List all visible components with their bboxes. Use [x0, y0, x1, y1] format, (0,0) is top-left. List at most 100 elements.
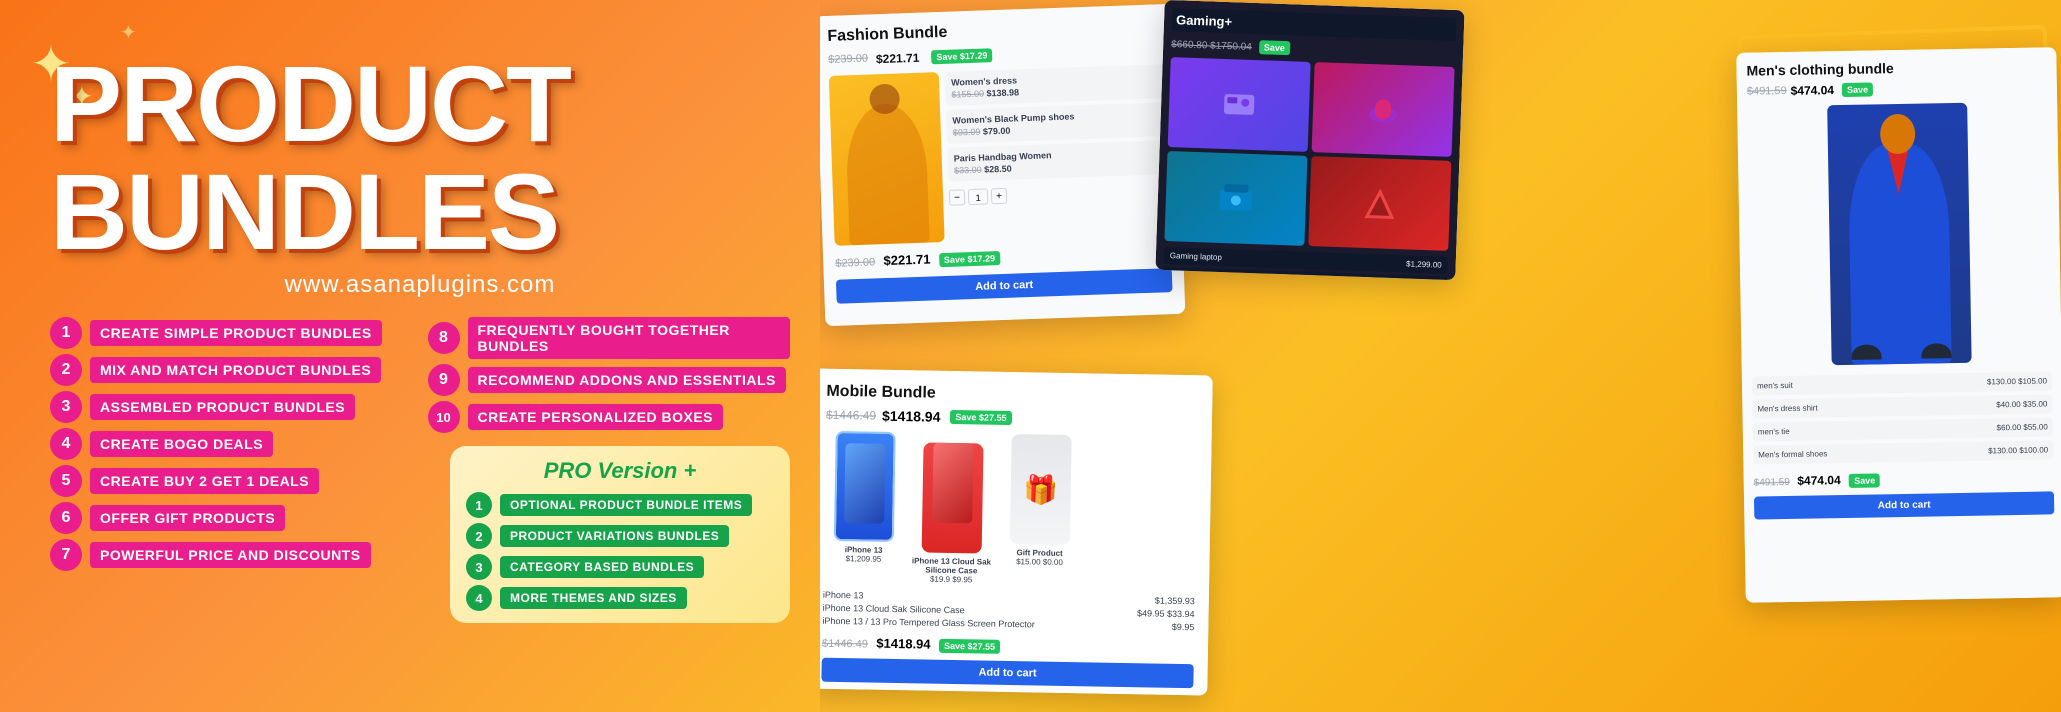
feature-label-5: CREATE BUY 2 GET 1 DEALS	[90, 468, 319, 494]
pro-section: PRO Version + 1 OPTIONAL PRODUCT BUNDLE …	[450, 446, 790, 623]
gaming-price-old: $660.80 $1750.04	[1171, 39, 1252, 53]
gaming-icon-1	[1168, 57, 1311, 152]
gift-product: 🎁 Gift Product $15.00 $0.00	[999, 434, 1082, 586]
feature-2: 2 MIX AND MATCH PRODUCT BUNDLES	[50, 354, 413, 386]
feature-num-10: 10	[428, 401, 460, 433]
mens-total-old: $491.59	[1754, 477, 1790, 489]
mens-product-price-2: $40.00 $35.00	[1996, 399, 2047, 409]
fashion-product-list: Women's dress $155.00 $138.98 Women's Bl…	[945, 64, 1171, 242]
fashion-price-new: $221.71	[876, 51, 920, 67]
card-fashion-inner: Fashion Bundle $239.00 $221.71 Save $17.…	[820, 4, 1185, 326]
features-col-left: 1 CREATE SIMPLE PRODUCT BUNDLES 2 MIX AN…	[50, 317, 413, 623]
mens-product-name-1: men's suit	[1757, 381, 1793, 391]
add-to-cart-mobile[interactable]: Add to cart	[821, 658, 1193, 688]
feature-8: 8 FREQUENTLY BOUGHT TOGETHER BUNDLES	[428, 317, 791, 359]
feature-label-3: ASSEMBLED PRODUCT BUNDLES	[90, 394, 355, 420]
feature-9: 9 RECOMMEND ADDONS AND ESSENTIALS	[428, 364, 791, 396]
feature-5: 5 CREATE BUY 2 GET 1 DEALS	[50, 465, 413, 497]
main-title: PRODUCT BUNDLES	[50, 50, 790, 266]
gaming-title: Gaming+	[1172, 8, 1457, 41]
mens-total: $491.59 $474.04 Save	[1754, 470, 1881, 490]
add-to-cart-mens[interactable]: Add to cart	[1754, 491, 2054, 519]
right-section: Fashion Bundle $239.00 $221.71 Save $17.…	[820, 0, 2061, 712]
pro-label-2: PRODUCT VARIATIONS BUNDLES	[500, 525, 729, 547]
feature-6: 6 OFFER GIFT PRODUCTS	[50, 502, 413, 534]
pro-item-2: 2 PRODUCT VARIATIONS BUNDLES	[466, 523, 774, 549]
mens-card-title: Men's clothing bundle	[1746, 57, 2046, 78]
mens-product-price-3: $60.00 $55.00	[1997, 422, 2048, 432]
case-price: $19.9 $9.95	[911, 574, 991, 584]
iphone-price-label: iPhone 13	[823, 590, 864, 601]
gaming-badge: Save	[1259, 40, 1291, 55]
banner: ✦ ✦ ✦ PRODUCT BUNDLES www.asanaplugins.c…	[0, 0, 2061, 712]
mens-product-3: men's tie $60.00 $55.00	[1753, 417, 2053, 441]
mens-product-1: men's suit $130.00 $105.00	[1752, 371, 2052, 395]
gift-price: $15.00 $0.00	[999, 557, 1079, 567]
feature-num-8: 8	[428, 322, 460, 354]
feature-7: 7 POWERFUL PRICE AND DISCOUNTS	[50, 539, 413, 571]
gaming-item-3	[1164, 151, 1307, 246]
gaming-product-list: Gaming laptop $1,299.00 Gaming Mouse $15…	[1162, 247, 1448, 280]
pro-item-3: 3 CATEGORY BASED BUNDLES	[466, 554, 774, 580]
gaming-item-1	[1168, 57, 1311, 152]
fashion-total-old: $239.00	[835, 256, 875, 269]
feature-3: 3 ASSEMBLED PRODUCT BUNDLES	[50, 391, 413, 423]
feature-10: 10 CREATE PERSONALIZED BOXES	[428, 401, 791, 433]
card-gaming-inner: Gaming+ $660.80 $1750.04 Save	[1155, 0, 1464, 280]
mobile-footer: $1446.49 $1418.94 Save $27.55	[822, 634, 1194, 658]
left-section: PRODUCT BUNDLES www.asanaplugins.com 1 C…	[0, 0, 820, 712]
protector-label: iPhone 13 / 13 Pro Tempered Glass Screen…	[822, 616, 1035, 630]
gift-image: 🎁	[1010, 434, 1072, 545]
mens-product-price-1: $130.00 $105.00	[1987, 376, 2047, 386]
fashion-price-old: $239.00	[828, 53, 868, 68]
card-mobile-inner: Mobile Bundle $1446.49 $1418.94 Save $27…	[820, 369, 1213, 696]
pro-num-1: 1	[466, 492, 492, 518]
website-url: www.asanaplugins.com	[50, 271, 790, 299]
mobile-total: $1446.49 $1418.94 Save $27.55	[822, 634, 1000, 655]
qty-minus[interactable]: −	[949, 189, 966, 206]
card-gaming: Gaming+ $660.80 $1750.04 Save	[1155, 0, 1464, 280]
product-item-1: Women's dress $155.00 $138.98	[945, 64, 1166, 106]
mens-total-badge: Save	[1849, 473, 1880, 488]
mobile-total-badge: Save $27.55	[939, 639, 1000, 654]
iphone-price: $1,209.95	[823, 554, 903, 564]
fashion-total: $239.00 $221.71 Save $17.29	[835, 248, 1000, 272]
feature-label-2: MIX AND MATCH PRODUCT BUNDLES	[90, 357, 381, 383]
suit-image	[1827, 103, 1972, 365]
card-mens: Men's clothing bundle $491.59 $474.04 Sa…	[1736, 47, 2061, 603]
fashion-price-badge: Save $17.29	[931, 48, 992, 64]
pro-num-2: 2	[466, 523, 492, 549]
fashion-total-new: $221.71	[883, 251, 930, 268]
mens-product-name-4: Men's formal shoes	[1758, 449, 1827, 459]
mens-product-2: Men's dress shirt $40.00 $35.00	[1752, 394, 2052, 418]
mobile-price-row: $1446.49 $1418.94 Save $27.55	[826, 407, 1198, 429]
gaming-icon-3	[1164, 151, 1307, 246]
add-to-cart-fashion[interactable]: Add to cart	[836, 268, 1173, 304]
mens-product-name-3: men's tie	[1758, 427, 1790, 437]
mens-price-new: $474.04	[1791, 83, 1835, 98]
fashion-price-row: $239.00 $221.71 Save $17.29	[828, 42, 1164, 68]
pro-label-4: MORE THEMES AND SIZES	[500, 587, 687, 609]
feature-num-9: 9	[428, 364, 460, 396]
qty-controls: − 1 +	[949, 182, 1169, 206]
gaming-icon-2	[1312, 62, 1455, 157]
mobile-price-old: $1446.49	[826, 408, 876, 423]
features-col-right: 8 FREQUENTLY BOUGHT TOGETHER BUNDLES 9 R…	[428, 317, 791, 623]
gaming-item-4	[1308, 156, 1451, 251]
gaming-item-2	[1312, 62, 1455, 157]
pro-num-3: 3	[466, 554, 492, 580]
pro-label-1: OPTIONAL PRODUCT BUNDLE ITEMS	[500, 494, 752, 516]
feature-1: 1 CREATE SIMPLE PRODUCT BUNDLES	[50, 317, 413, 349]
mobile-price-badge: Save $27.55	[950, 410, 1011, 425]
mens-price-row: $491.59 $474.04 Save	[1747, 79, 2047, 98]
card-fashion: Fashion Bundle $239.00 $221.71 Save $17.…	[820, 4, 1185, 326]
gift-icon: 🎁	[1023, 473, 1058, 507]
pro-items: 1 OPTIONAL PRODUCT BUNDLE ITEMS 2 PRODUC…	[466, 492, 774, 611]
mens-product-4: Men's formal shoes $130.00 $100.00	[1753, 440, 2053, 464]
feature-num-7: 7	[50, 539, 82, 571]
mens-footer: $491.59 $474.04 Save	[1754, 467, 2054, 490]
gaming-product-name-1: Gaming laptop	[1170, 251, 1222, 262]
fashion-footer: $239.00 $221.71 Save $17.29	[835, 242, 1171, 272]
pro-title: PRO Version +	[466, 458, 774, 484]
qty-plus[interactable]: +	[991, 188, 1008, 205]
